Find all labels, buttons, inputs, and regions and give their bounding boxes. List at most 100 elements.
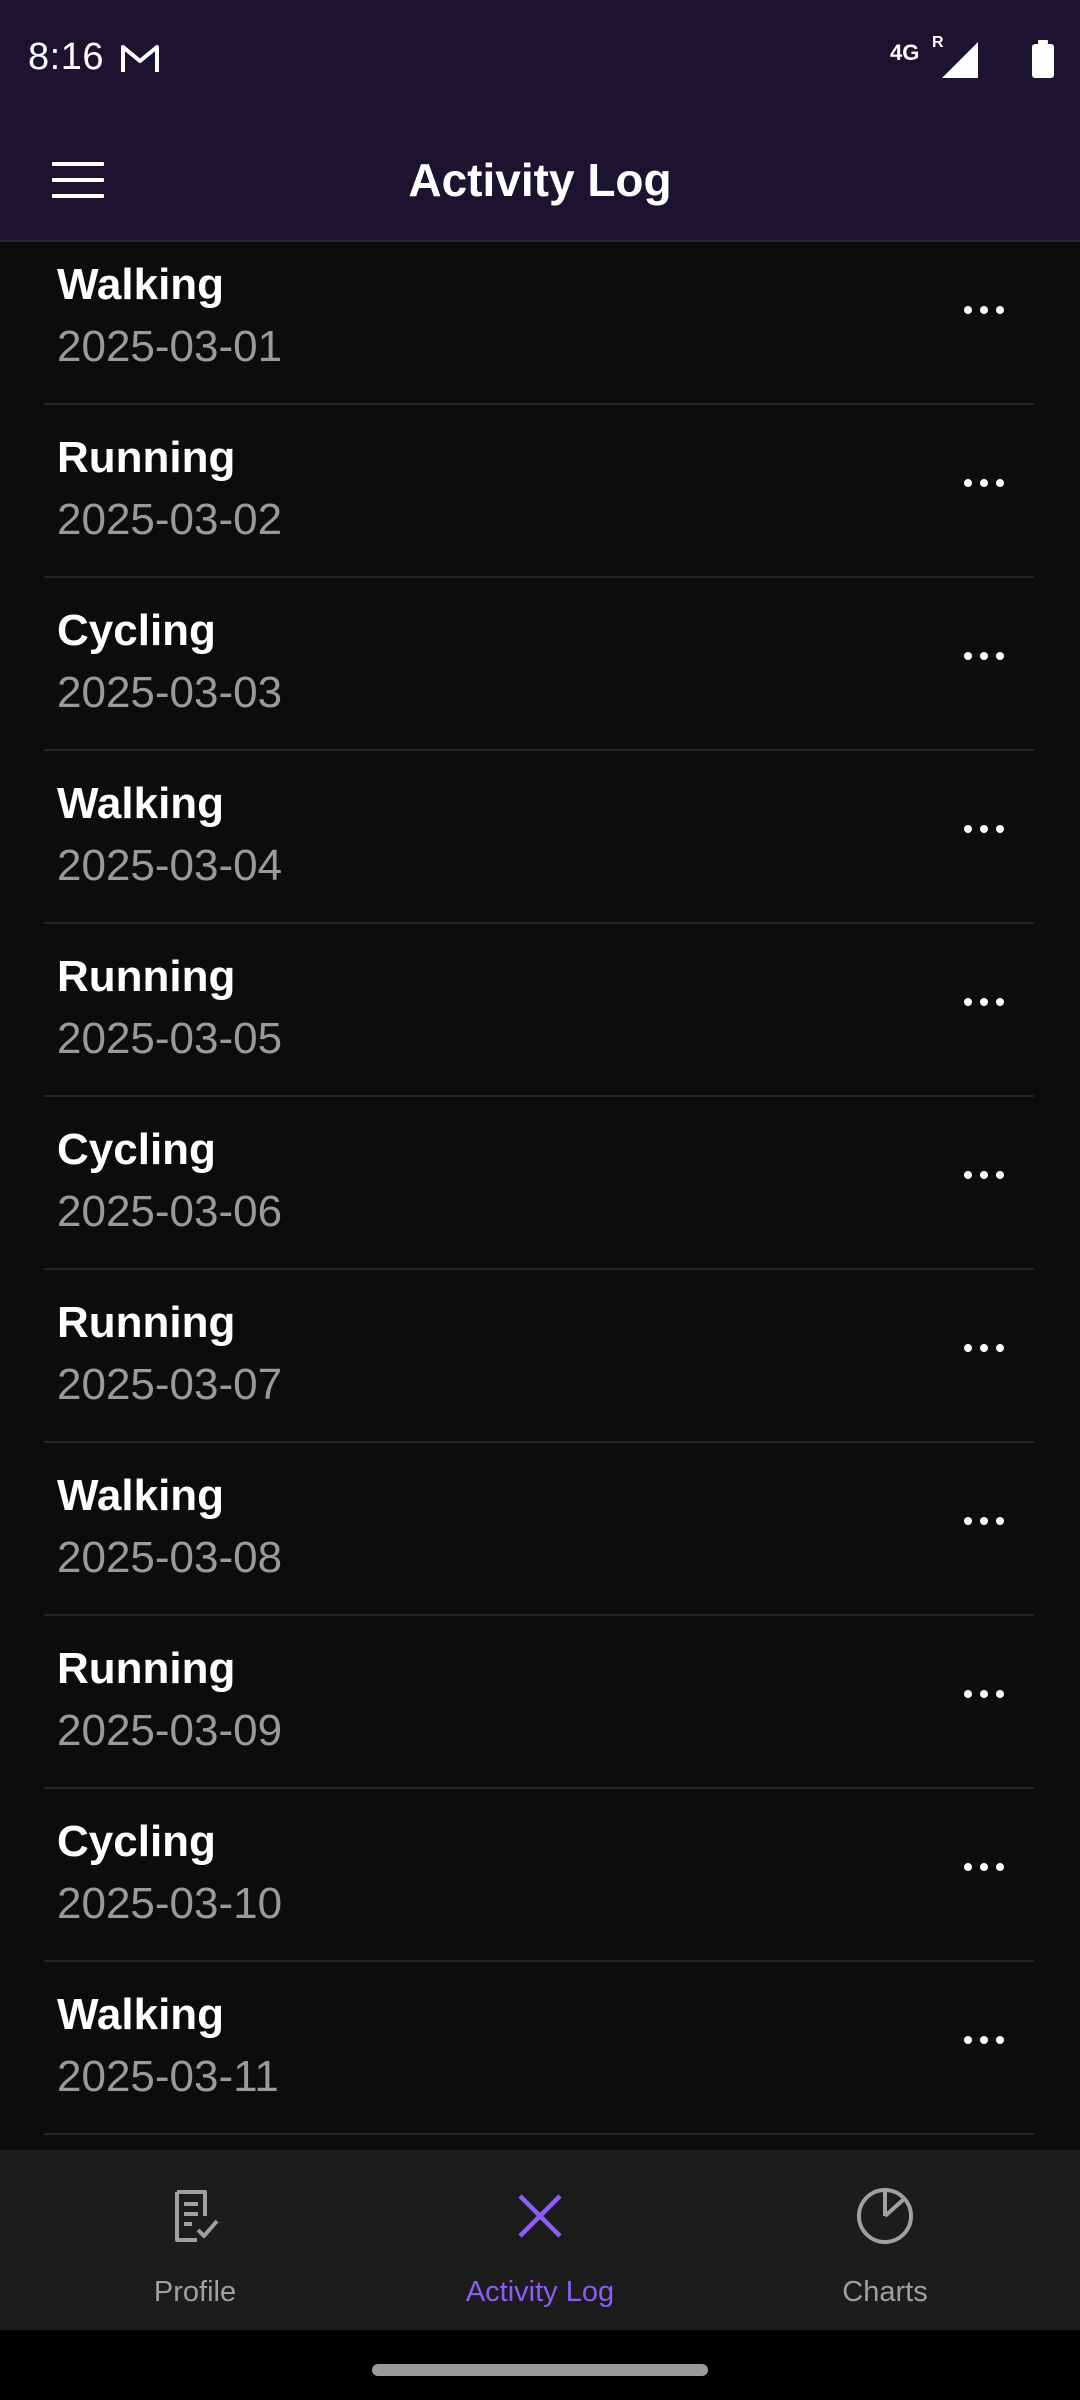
activity-title: Walking bbox=[57, 779, 225, 828]
network-indicator: 4G R bbox=[890, 34, 980, 86]
pie-chart-icon bbox=[857, 2188, 913, 2244]
signal-icon bbox=[942, 42, 978, 78]
activity-date: 2025-03-01 bbox=[57, 322, 283, 371]
activity-row[interactable]: Running 2025-03-02 bbox=[44, 405, 1034, 578]
activity-date: 2025-03-09 bbox=[57, 1706, 283, 1755]
gesture-area bbox=[0, 2330, 1080, 2400]
status-time: 8:16 bbox=[28, 36, 104, 78]
activity-date: 2025-03-10 bbox=[57, 1879, 283, 1928]
activity-row[interactable]: Cycling 2025-03-10 bbox=[44, 1789, 1034, 1962]
gmail-icon bbox=[121, 45, 159, 72]
dot bbox=[996, 1517, 1004, 1525]
activity-date: 2025-03-04 bbox=[57, 841, 283, 890]
dot bbox=[964, 479, 972, 487]
dot bbox=[964, 1690, 972, 1698]
nav-label-profile: Profile bbox=[153, 2276, 237, 2308]
more-options-icon[interactable] bbox=[954, 2020, 1014, 2060]
dot bbox=[980, 2036, 988, 2044]
activity-title: Running bbox=[57, 433, 236, 482]
battery-icon bbox=[1032, 40, 1054, 78]
activity-date: 2025-03-08 bbox=[57, 1533, 283, 1582]
nav-item-activity-log[interactable]: Activity Log bbox=[360, 2150, 720, 2330]
more-options-icon[interactable] bbox=[954, 463, 1014, 503]
activity-date: 2025-03-02 bbox=[57, 495, 283, 544]
dot bbox=[980, 1690, 988, 1698]
gesture-handle[interactable] bbox=[372, 2364, 708, 2376]
more-options-icon[interactable] bbox=[954, 809, 1014, 849]
dot bbox=[964, 2036, 972, 2044]
activity-row[interactable]: Running 2025-03-09 bbox=[44, 1616, 1034, 1789]
activity-row[interactable]: Walking 2025-03-11 bbox=[44, 1962, 1034, 2135]
nav-item-profile[interactable]: Profile bbox=[15, 2150, 375, 2330]
activity-date: 2025-03-05 bbox=[57, 1014, 283, 1063]
more-options-icon[interactable] bbox=[954, 982, 1014, 1022]
dot bbox=[996, 652, 1004, 660]
dot bbox=[980, 479, 988, 487]
page-title: Activity Log bbox=[408, 154, 672, 206]
nav-item-charts[interactable]: Charts bbox=[705, 2150, 1065, 2330]
dot bbox=[980, 306, 988, 314]
activity-date: 2025-03-07 bbox=[57, 1360, 283, 1409]
activity-title: Cycling bbox=[57, 1817, 216, 1866]
bottom-navigation: Profile Activity Log Charts bbox=[0, 2150, 1080, 2330]
dot bbox=[964, 825, 972, 833]
dot bbox=[996, 1690, 1004, 1698]
dot bbox=[964, 998, 972, 1006]
activity-row[interactable]: Running 2025-03-05 bbox=[44, 924, 1034, 1097]
close-x-icon bbox=[518, 2194, 562, 2238]
status-bar: 8:16 4G R bbox=[0, 0, 1080, 120]
hamburger-menu-icon[interactable] bbox=[52, 154, 104, 206]
activity-title: Running bbox=[57, 1298, 236, 1347]
activity-row[interactable]: Walking 2025-03-01 bbox=[44, 232, 1034, 405]
activity-date: 2025-03-11 bbox=[57, 2052, 279, 2101]
dot bbox=[980, 1517, 988, 1525]
more-options-icon[interactable] bbox=[954, 1501, 1014, 1541]
dot bbox=[980, 1863, 988, 1871]
dot bbox=[996, 1171, 1004, 1179]
dot bbox=[964, 1171, 972, 1179]
dot bbox=[964, 652, 972, 660]
network-type-label: 4G bbox=[890, 40, 920, 65]
more-options-icon[interactable] bbox=[954, 1155, 1014, 1195]
activity-title: Walking bbox=[57, 1471, 225, 1520]
dot bbox=[980, 1171, 988, 1179]
activity-row[interactable]: Cycling 2025-03-03 bbox=[44, 578, 1034, 751]
dot bbox=[996, 998, 1004, 1006]
dot bbox=[996, 825, 1004, 833]
dot bbox=[964, 1517, 972, 1525]
dot bbox=[964, 306, 972, 314]
dot bbox=[980, 825, 988, 833]
activity-title: Cycling bbox=[57, 1125, 216, 1174]
dot bbox=[996, 1863, 1004, 1871]
activity-row[interactable]: Walking 2025-03-04 bbox=[44, 751, 1034, 924]
nav-label-charts: Charts bbox=[842, 2276, 928, 2308]
dot bbox=[964, 1863, 972, 1871]
dot bbox=[980, 652, 988, 660]
nav-label-activity-log: Activity Log bbox=[465, 2276, 615, 2308]
app-bar: Activity Log bbox=[0, 120, 1080, 242]
activity-date: 2025-03-06 bbox=[57, 1187, 283, 1236]
dot bbox=[980, 998, 988, 1006]
activity-list[interactable]: Walking 2025-03-01 Running 2025-03-02 Cyclin… bbox=[44, 232, 1034, 2150]
activity-title: Running bbox=[57, 952, 236, 1001]
dot bbox=[996, 2036, 1004, 2044]
activity-title: Walking bbox=[57, 1990, 225, 2039]
more-options-icon[interactable] bbox=[954, 1847, 1014, 1887]
activity-row[interactable]: Running 2025-03-07 bbox=[44, 1270, 1034, 1443]
activity-row[interactable]: Cycling 2025-03-06 bbox=[44, 1097, 1034, 1270]
activity-title: Cycling bbox=[57, 606, 216, 655]
activity-row[interactable]: Walking 2025-03-08 bbox=[44, 1443, 1034, 1616]
more-options-icon[interactable] bbox=[954, 1674, 1014, 1714]
more-options-icon[interactable] bbox=[954, 290, 1014, 330]
more-options-icon[interactable] bbox=[954, 636, 1014, 676]
dot bbox=[996, 1344, 1004, 1352]
activity-title: Running bbox=[57, 1644, 236, 1693]
more-options-icon[interactable] bbox=[954, 1328, 1014, 1368]
checklist-document-icon bbox=[175, 2190, 219, 2242]
dot bbox=[980, 1344, 988, 1352]
dot bbox=[996, 306, 1004, 314]
activity-date: 2025-03-03 bbox=[57, 668, 283, 717]
dot bbox=[964, 1344, 972, 1352]
activity-title: Walking bbox=[57, 260, 225, 309]
dot bbox=[996, 479, 1004, 487]
